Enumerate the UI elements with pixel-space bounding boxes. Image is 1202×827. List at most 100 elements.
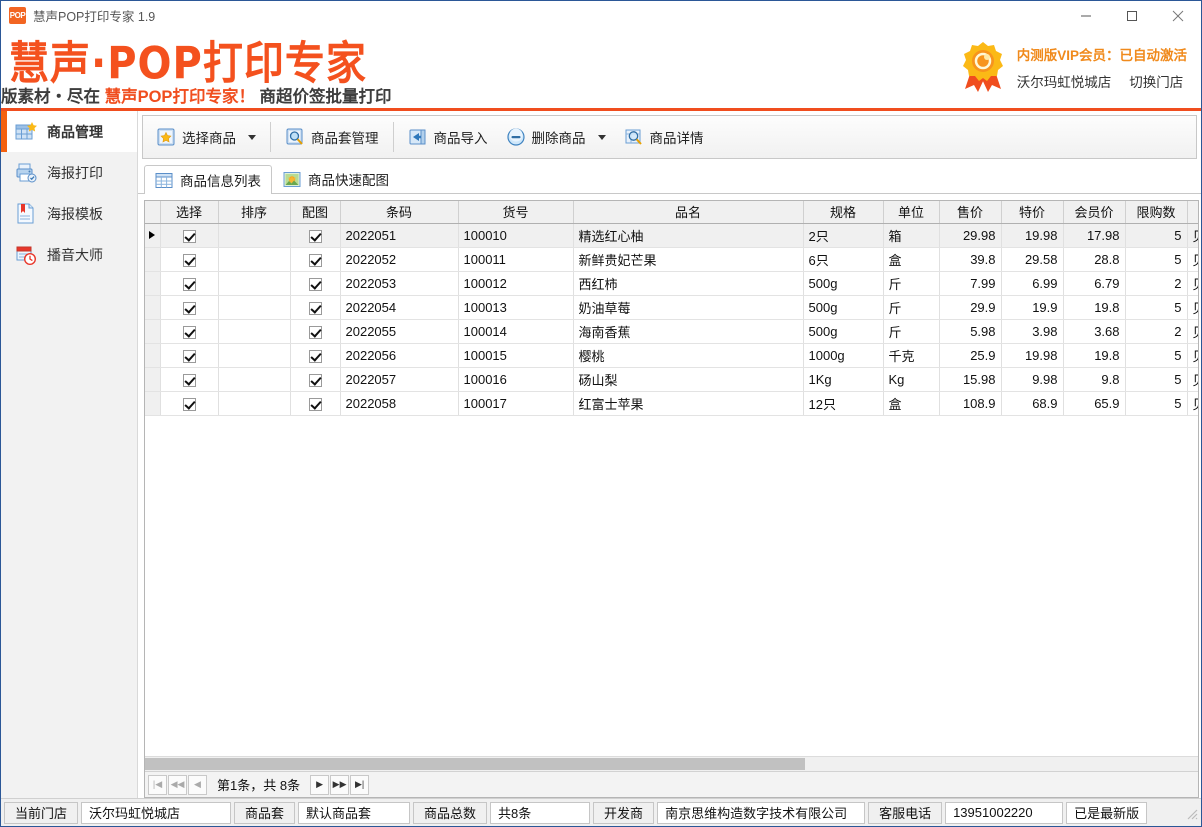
- chevron-down-icon[interactable]: [248, 135, 256, 140]
- cell-select-checkbox[interactable]: [160, 343, 218, 367]
- column-header-unit[interactable]: 单位: [883, 201, 939, 223]
- table-row[interactable]: 2022058100017红富士苹果12只盒108.968.965.95见包装: [145, 391, 1199, 415]
- cell-price: 15.98: [939, 367, 1001, 391]
- goods-import-button[interactable]: 商品导入: [399, 119, 497, 155]
- pager-last-button[interactable]: ▶|: [350, 775, 369, 795]
- sidebar-item-poster-template[interactable]: 海报模板: [1, 193, 137, 234]
- table-row[interactable]: 2022053100012西红柿500g斤7.996.996.792见包装: [145, 271, 1199, 295]
- cell-image-checkbox[interactable]: [290, 247, 340, 271]
- checkbox-icon[interactable]: [309, 326, 322, 339]
- pager-next-button[interactable]: ▶: [310, 775, 329, 795]
- current-store-name: 沃尔玛虹悦城店: [1017, 71, 1112, 91]
- checkbox-icon[interactable]: [183, 398, 196, 411]
- checkbox-icon[interactable]: [309, 374, 322, 387]
- row-indicator: [145, 271, 160, 295]
- cell-image-checkbox[interactable]: [290, 391, 340, 415]
- column-header-sort[interactable]: 排序: [218, 201, 290, 223]
- row-indicator: [145, 295, 160, 319]
- select-goods-button[interactable]: 选择商品: [147, 119, 265, 155]
- checkbox-icon[interactable]: [183, 230, 196, 243]
- scrollbar-thumb[interactable]: [145, 758, 805, 770]
- status-value[interactable]: 南京思维构造数字技术有限公司: [657, 802, 865, 824]
- cell-image-checkbox[interactable]: [290, 271, 340, 295]
- resize-grip-icon[interactable]: [1184, 806, 1198, 820]
- checkbox-icon[interactable]: [183, 326, 196, 339]
- sidebar-item-poster-print[interactable]: 海报打印: [1, 152, 137, 193]
- minimize-icon[interactable]: [1063, 1, 1109, 31]
- cell-limit: 5: [1125, 223, 1187, 247]
- column-header-brand[interactable]: 品牌: [1187, 201, 1199, 223]
- cell-sort: [218, 391, 290, 415]
- cell-select-checkbox[interactable]: [160, 319, 218, 343]
- checkbox-icon[interactable]: [309, 398, 322, 411]
- checkbox-icon[interactable]: [309, 278, 322, 291]
- column-header-image[interactable]: 配图: [290, 201, 340, 223]
- column-header-limit[interactable]: 限购数: [1125, 201, 1187, 223]
- pager-prev-button[interactable]: ◀: [188, 775, 207, 795]
- checkbox-icon[interactable]: [309, 230, 322, 243]
- column-header-price[interactable]: 售价: [939, 201, 1001, 223]
- window-title: 慧声POP打印专家 1.9: [33, 6, 155, 25]
- checkbox-icon[interactable]: [309, 302, 322, 315]
- table-row[interactable]: 2022054100013奶油草莓500g斤29.919.919.85见包装: [145, 295, 1199, 319]
- cell-select-checkbox[interactable]: [160, 367, 218, 391]
- checkbox-icon[interactable]: [309, 254, 322, 267]
- table-row[interactable]: 2022057100016砀山梨1KgKg15.989.989.85见包装: [145, 367, 1199, 391]
- sidebar-item-goods[interactable]: 商品管理: [1, 111, 137, 152]
- column-header-name[interactable]: 品名: [573, 201, 803, 223]
- cell-select-checkbox[interactable]: [160, 247, 218, 271]
- horizontal-scrollbar[interactable]: [145, 756, 1198, 771]
- checkbox-icon[interactable]: [183, 254, 196, 267]
- table-row[interactable]: 2022052100011新鲜贵妃芒果6只盒39.829.5828.85见包装: [145, 247, 1199, 271]
- cell-unit: 斤: [883, 319, 939, 343]
- column-header-special[interactable]: 特价: [1001, 201, 1063, 223]
- checkbox-icon[interactable]: [309, 350, 322, 363]
- cell-select-checkbox[interactable]: [160, 295, 218, 319]
- cell-image-checkbox[interactable]: [290, 319, 340, 343]
- cell-image-checkbox[interactable]: [290, 295, 340, 319]
- column-header-barcode[interactable]: 条码: [340, 201, 458, 223]
- row-indicator: [145, 223, 160, 247]
- cell-name: 奶油草莓: [573, 295, 803, 319]
- goods-set-manage-button[interactable]: 商品套管理: [276, 119, 388, 155]
- column-header-spec[interactable]: 规格: [803, 201, 883, 223]
- tab-goods-list[interactable]: 商品信息列表: [144, 165, 272, 194]
- cell-image-checkbox[interactable]: [290, 343, 340, 367]
- cell-select-checkbox[interactable]: [160, 271, 218, 295]
- pager-prev-page-button[interactable]: ◀◀: [168, 775, 187, 795]
- pager-first-button[interactable]: |◀: [148, 775, 167, 795]
- switch-store-link[interactable]: 切换门店: [1129, 71, 1183, 91]
- sidebar-item-broadcast[interactable]: 播音大师: [1, 234, 137, 275]
- goods-detail-button[interactable]: 商品详情: [615, 119, 713, 155]
- table-row[interactable]: 2022056100015樱桃1000g千克25.919.9819.85见包装: [145, 343, 1199, 367]
- pager-next-page-button[interactable]: ▶▶: [330, 775, 349, 795]
- cell-image-checkbox[interactable]: [290, 367, 340, 391]
- status-value[interactable]: 默认商品套: [298, 802, 410, 824]
- maximize-icon[interactable]: [1109, 1, 1155, 31]
- cell-select-checkbox[interactable]: [160, 223, 218, 247]
- tab-label: 商品信息列表: [180, 170, 261, 190]
- status-value[interactable]: 13951002220: [945, 802, 1063, 824]
- checkbox-icon[interactable]: [183, 350, 196, 363]
- chevron-down-icon[interactable]: [598, 135, 606, 140]
- checkbox-icon[interactable]: [183, 302, 196, 315]
- checkbox-icon[interactable]: [183, 374, 196, 387]
- cell-image-checkbox[interactable]: [290, 223, 340, 247]
- status-label: 开发商: [593, 802, 654, 824]
- tab-quick-image[interactable]: 商品快速配图: [272, 164, 400, 193]
- status-label: 当前门店: [4, 802, 78, 824]
- checkbox-icon[interactable]: [183, 278, 196, 291]
- table-row[interactable]: 2022055100014海南香蕉500g斤5.983.983.682见包装: [145, 319, 1199, 343]
- status-value[interactable]: 共8条: [490, 802, 590, 824]
- column-header-select[interactable]: 选择: [160, 201, 218, 223]
- goods-delete-button[interactable]: 删除商品: [497, 119, 615, 155]
- column-header-member[interactable]: 会员价: [1063, 201, 1125, 223]
- status-value[interactable]: 沃尔玛虹悦城店: [81, 802, 231, 824]
- cell-brand: 见包装: [1187, 391, 1199, 415]
- cell-select-checkbox[interactable]: [160, 391, 218, 415]
- sidebar: 商品管理 海报打印: [1, 111, 138, 798]
- sidebar-item-label: 播音大师: [47, 245, 103, 265]
- column-header-itemno[interactable]: 货号: [458, 201, 573, 223]
- close-icon[interactable]: [1155, 1, 1201, 31]
- table-row[interactable]: 2022051100010精选红心柚2只箱29.9819.9817.985见包装: [145, 223, 1199, 247]
